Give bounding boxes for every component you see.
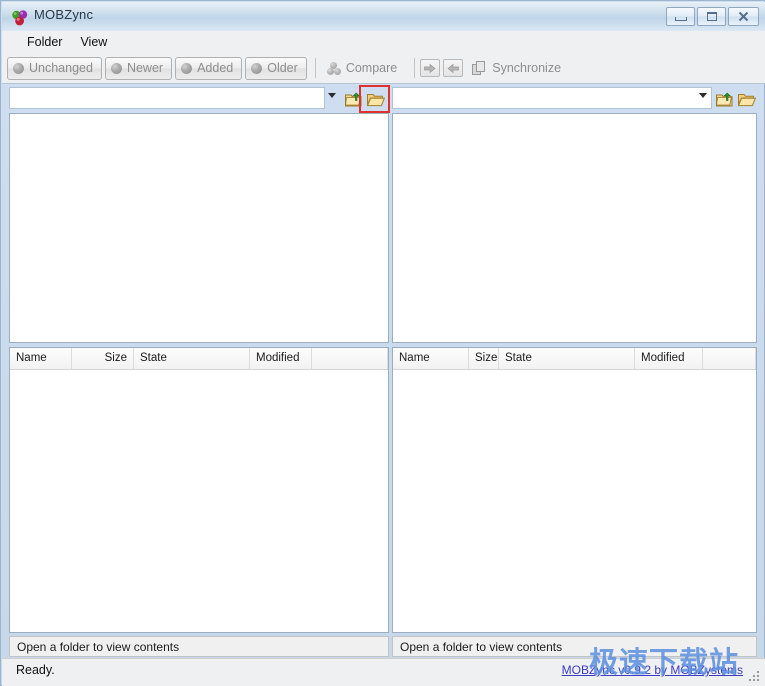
compare-label: Compare <box>346 61 397 75</box>
right-path-input[interactable] <box>392 87 712 109</box>
filter-unchanged-label: Unchanged <box>29 61 93 75</box>
open-folder-icon <box>738 92 756 107</box>
arrow-left-icon <box>447 63 459 74</box>
close-icon <box>738 11 749 22</box>
grey-ball-icon <box>111 63 122 74</box>
column-header-size[interactable]: Size <box>72 348 134 369</box>
grey-ball-icon <box>13 63 24 74</box>
left-path-input[interactable] <box>9 87 325 109</box>
column-header-extra[interactable] <box>312 348 388 369</box>
right-list-header: Name Size State Modified <box>393 348 756 370</box>
filter-newer-label: Newer <box>127 61 163 75</box>
menu-view[interactable]: View <box>71 33 116 51</box>
toolbar-separator <box>414 58 415 78</box>
window-controls <box>666 7 759 26</box>
column-header-size[interactable]: Size <box>469 348 499 369</box>
menu-bar: Folder View <box>2 31 765 53</box>
window-frame: MOBZync Folder View <box>0 0 765 686</box>
column-header-modified[interactable]: Modified <box>250 348 312 369</box>
maximize-button[interactable] <box>697 7 726 26</box>
filter-older-button[interactable]: Older <box>245 57 307 80</box>
column-header-state[interactable]: State <box>134 348 250 369</box>
left-folder-tree[interactable] <box>9 113 389 343</box>
right-file-list[interactable]: Name Size State Modified <box>392 347 757 633</box>
status-message: Ready. <box>16 663 55 677</box>
right-path-row <box>385 85 765 113</box>
column-header-name[interactable]: Name <box>10 348 72 369</box>
maximize-icon <box>707 12 717 21</box>
right-pane-status: Open a folder to view contents <box>392 636 757 657</box>
compare-button[interactable]: Compare <box>321 57 406 80</box>
grey-ball-icon <box>251 63 262 74</box>
column-header-extra[interactable] <box>703 348 756 369</box>
minimize-button[interactable] <box>666 7 695 26</box>
folder-up-icon <box>716 92 733 107</box>
compare-spheres-icon <box>327 62 341 75</box>
left-new-folder-button[interactable] <box>342 89 364 109</box>
close-button[interactable] <box>728 7 759 26</box>
filter-newer-button[interactable]: Newer <box>105 57 172 80</box>
filter-added-button[interactable]: Added <box>175 57 242 80</box>
synchronize-label: Synchronize <box>492 61 561 75</box>
grey-ball-icon <box>181 63 192 74</box>
title-bar: MOBZync <box>2 2 765 32</box>
filter-older-label: Older <box>267 61 298 75</box>
copy-right-button[interactable] <box>420 59 440 77</box>
filter-added-label: Added <box>197 61 233 75</box>
left-pane-status: Open a folder to view contents <box>9 636 389 657</box>
application-window: MOBZync Folder View <box>0 0 765 686</box>
toolbar-separator <box>315 58 316 78</box>
arrow-right-icon <box>424 63 436 74</box>
synchronize-button[interactable]: Synchronize <box>466 57 570 80</box>
synchronize-icon <box>472 61 487 75</box>
copy-left-button[interactable] <box>443 59 463 77</box>
toolbar: Unchanged Newer Added Older Compare <box>2 53 765 84</box>
spheres-icon <box>11 10 29 26</box>
left-open-folder-button[interactable] <box>365 89 387 109</box>
status-bar: Ready. MOBZync v0.9.2 by MOBZystems <box>2 658 765 686</box>
left-file-list[interactable]: Name Size State Modified <box>9 347 389 633</box>
resize-grip[interactable] <box>748 670 761 683</box>
left-path-row <box>2 85 384 113</box>
right-open-folder-button[interactable] <box>736 89 758 109</box>
menu-folder[interactable]: Folder <box>18 33 71 51</box>
filter-unchanged-button[interactable]: Unchanged <box>7 57 102 80</box>
right-new-folder-button[interactable] <box>713 89 735 109</box>
chevron-down-icon[interactable] <box>328 93 336 98</box>
column-header-state[interactable]: State <box>499 348 635 369</box>
column-header-modified[interactable]: Modified <box>635 348 703 369</box>
right-folder-tree[interactable] <box>392 113 757 343</box>
about-link[interactable]: MOBZync v0.9.2 by MOBZystems <box>562 663 743 677</box>
window-title: MOBZync <box>34 7 93 22</box>
minimize-icon <box>675 17 687 21</box>
left-list-header: Name Size State Modified <box>10 348 388 370</box>
folder-up-icon <box>345 92 362 107</box>
column-header-name[interactable]: Name <box>393 348 469 369</box>
chevron-down-icon[interactable] <box>699 93 707 98</box>
open-folder-icon <box>367 92 385 107</box>
